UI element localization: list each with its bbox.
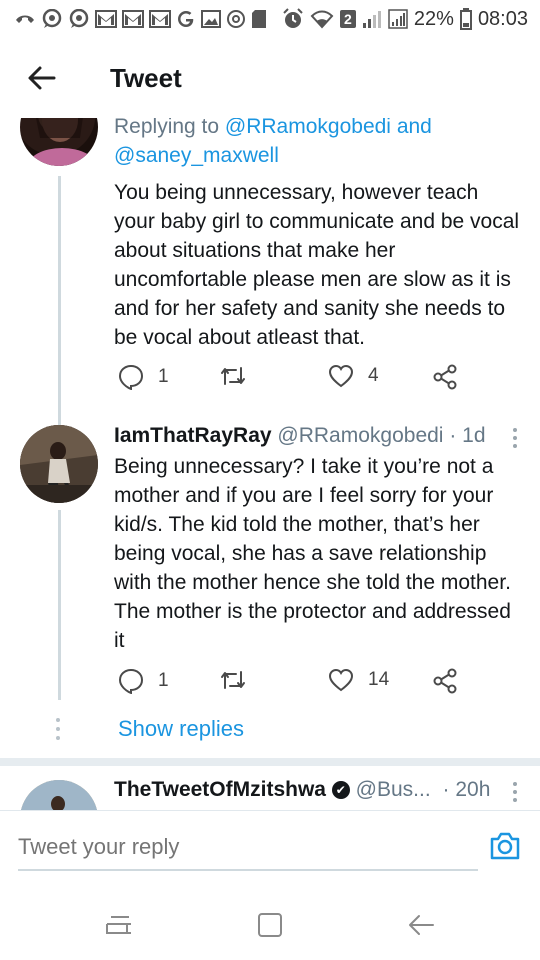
- reply-button[interactable]: 1: [118, 364, 169, 390]
- reply-input[interactable]: [18, 825, 478, 871]
- status-bar: 2 22% 08:03: [0, 0, 540, 38]
- like-count-2: 14: [368, 669, 390, 690]
- author-handle-3[interactable]: @Bus...: [356, 778, 431, 801]
- missed-call-icon: [14, 10, 36, 28]
- reply-button-2[interactable]: 1: [118, 668, 169, 694]
- chat-icon-2: [68, 9, 90, 29]
- avatar-tweet-3[interactable]: [20, 780, 98, 810]
- tweet-time-3: · 20h: [442, 778, 491, 801]
- home-button[interactable]: [253, 908, 287, 942]
- recent-apps-button[interactable]: [102, 908, 136, 942]
- replying-and: and: [396, 118, 432, 138]
- share-icon-2: [433, 668, 457, 694]
- reply-icon: [118, 364, 144, 390]
- reply-count: 1: [158, 366, 169, 387]
- signal-icon-2: [388, 9, 408, 29]
- author-name[interactable]: IamThatRayRay: [114, 424, 272, 447]
- section-divider: [0, 758, 540, 766]
- reply-composer: [0, 810, 540, 884]
- sim-badge: 2: [339, 10, 356, 28]
- show-replies-link[interactable]: Show replies: [118, 716, 244, 742]
- tweet-1-actions: 1 4: [114, 364, 534, 394]
- like-button[interactable]: 4: [328, 364, 379, 388]
- thread-dots: [56, 718, 60, 740]
- heart-icon-2: [328, 668, 354, 692]
- author-handle[interactable]: @RRamokgobedi: [277, 424, 443, 447]
- like-button-2[interactable]: 14: [328, 668, 389, 692]
- reply-icon-2: [118, 668, 144, 694]
- author-name-3[interactable]: TheTweetOfMzitshwa: [114, 778, 326, 801]
- recent-apps-icon: [106, 916, 131, 934]
- app-header: Tweet: [0, 38, 540, 118]
- arrow-left-icon: [28, 66, 56, 90]
- avatar-photo-icon-2: [20, 425, 98, 503]
- sync-icon: [226, 9, 246, 29]
- camera-icon: [490, 832, 520, 860]
- google-icon: [176, 9, 196, 29]
- mention-link-2[interactable]: @saney_maxwell: [114, 144, 279, 167]
- thread-line-2: [58, 510, 61, 700]
- mention-link-1[interactable]: @RRamokgobedi: [225, 118, 391, 138]
- battery-icon: [459, 8, 472, 30]
- tweet-1-text: You being unnecessary, however teach you…: [114, 181, 520, 349]
- avatar-photo-icon: [28, 118, 96, 166]
- back-button[interactable]: [2, 38, 82, 118]
- avatar-tweet-1[interactable]: [20, 118, 98, 166]
- clock: 08:03: [477, 7, 528, 30]
- avatar-photo-icon-3: [20, 780, 98, 810]
- thread-content: Replying to @RRamokgobedi and @saney_max…: [0, 118, 540, 810]
- tweet-2-text: Being unnecessary? I take it you’re not …: [114, 455, 511, 652]
- tweet-3-header: TheTweetOfMzitshwa ✔ @Bus... · 20h: [114, 776, 524, 804]
- chat-icon-1: [41, 9, 63, 29]
- page-title: Tweet: [110, 62, 182, 93]
- tweet-2-header: IamThatRayRay @RRamokgobedi · 1d: [114, 422, 524, 450]
- camera-button[interactable]: [488, 829, 522, 863]
- back-nav-button[interactable]: [404, 908, 438, 942]
- replying-to: Replying to @RRamokgobedi and @saney_max…: [114, 118, 524, 170]
- gmail-icon-3: [149, 10, 171, 28]
- more-options-button-3[interactable]: [512, 782, 518, 802]
- replying-to-label: Replying to: [114, 118, 220, 138]
- alarm-icon: [282, 8, 304, 30]
- retweet-icon: [221, 367, 245, 385]
- like-count: 4: [368, 365, 379, 386]
- battery-percent: 22%: [413, 7, 454, 30]
- gmail-icon-2: [122, 10, 144, 28]
- share-icon: [433, 364, 457, 390]
- retweet-icon-2: [221, 671, 245, 689]
- gmail-icon-1: [95, 10, 117, 28]
- share-button[interactable]: [432, 364, 458, 390]
- gallery-icon: [201, 10, 221, 28]
- reply-count-2: 1: [158, 670, 169, 691]
- system-nav-bar: [0, 884, 540, 960]
- share-button-2[interactable]: [432, 668, 458, 694]
- heart-icon: [328, 364, 354, 388]
- retweet-button[interactable]: [218, 364, 262, 388]
- sd-card-icon: [251, 9, 267, 29]
- tweet-2-actions: 1 14: [114, 668, 534, 698]
- wifi-icon: [310, 9, 334, 29]
- avatar-tweet-2[interactable]: [20, 425, 98, 503]
- retweet-button-2[interactable]: [218, 668, 262, 692]
- home-icon: [258, 913, 282, 937]
- signal-icon-1: [362, 9, 382, 29]
- verified-badge-icon: ✔: [331, 781, 350, 799]
- back-nav-icon: [409, 915, 434, 935]
- sim-badge-label: 2: [344, 11, 352, 27]
- more-options-button[interactable]: [512, 428, 518, 448]
- tweet-time: · 1d: [449, 424, 486, 447]
